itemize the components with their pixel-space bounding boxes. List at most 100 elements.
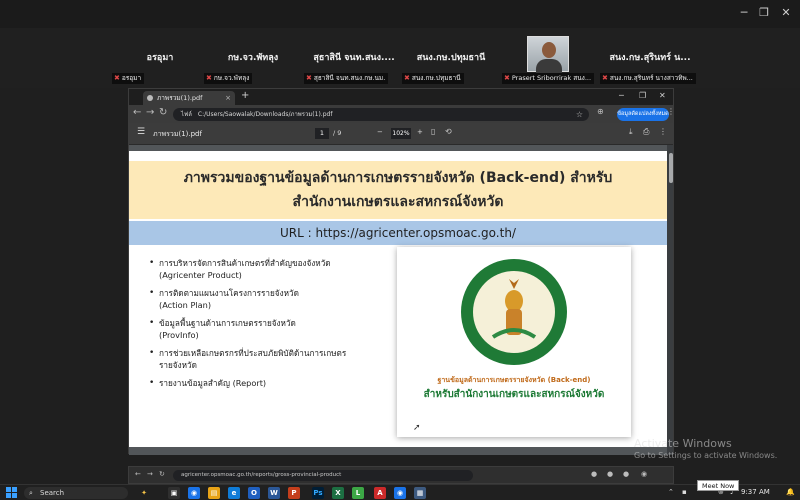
bullet-subtext: (ProvInfo) [159,330,199,340]
slide-url: URL : https://agricenter.opsmoac.go.th/ [129,221,667,245]
participant-video [527,36,569,73]
page-total: / 9 [333,129,342,137]
zoom-in-button[interactable]: + [417,128,423,136]
powerpoint-app-icon[interactable]: P [288,487,300,499]
participant-label-text: Prasert Sriborrirak สนง... [511,74,592,82]
file-explorer-icon[interactable]: ▤ [208,487,220,499]
tab-close-button[interactable]: × [225,91,231,105]
browser-close-button[interactable]: ✕ [659,91,666,100]
pdf-page: ภาพรวมของฐานข้อมูลด้านการเกษตรรายจังหวัด… [129,151,667,447]
meeting-restore-button[interactable]: ❐ [756,6,772,19]
zoom-level-input[interactable]: 102% [391,128,411,139]
pdf-viewer[interactable]: ภาพรวมของฐานข้อมูลด้านการเกษตรรายจังหวัด… [129,145,673,455]
slide-title-line-1: ภาพรวมของฐานข้อมูลด้านการเกษตรรายจังหวัด… [183,170,613,186]
page-number-input[interactable]: 1 [315,128,329,139]
browser-minimize-button[interactable]: ─ [619,91,624,100]
face-shape [542,42,556,58]
list-item: การช่วยเหลือเกษตรกรที่ประสบภัยพิบัติด้าน… [149,347,389,371]
second-browser-window[interactable]: ← → ↻ agricenter.opsmoac.go.th/reports/g… [128,466,674,484]
participant-tile[interactable]: สุธาสินี จนท.สนง.... ✖ สุธาสินี จนท.สนง.ก… [304,28,404,88]
zoom-out-button[interactable]: − [377,128,383,136]
forward-icon[interactable]: → [147,470,153,478]
word-app-icon[interactable]: W [268,487,280,499]
list-item: การติดตามแผนงานโครงการรายจังหวัด (Action… [149,287,389,311]
print-button[interactable]: ⎙ [643,127,649,137]
tab-pdf[interactable]: ภาพรวม(1).pdf × [143,91,235,105]
download-button[interactable]: ⤓ [629,127,633,137]
participant-label-text: สนง.กษ.สุรินทร์ นางสาวทิพ... [609,74,693,82]
pdf-file-name: ภาพรวม(1).pdf [153,130,202,138]
extension-icon[interactable]: ● [591,470,597,478]
meeting-minimize-button[interactable]: ─ [736,6,752,19]
second-address-bar[interactable]: agricenter.opsmoac.go.th/reports/gross-p… [173,470,473,481]
browser-menu-button[interactable]: ⋮ [667,107,675,116]
reload-icon[interactable]: ↻ [159,470,165,478]
extensions-icon[interactable]: ⊕ [597,107,604,116]
acrobat-app-icon[interactable]: A [374,487,386,499]
fit-page-icon[interactable]: ▯ [431,127,435,136]
participant-name: อรอุมา [146,53,174,63]
search-icon: ⌕ [29,489,33,497]
back-button[interactable]: ← [133,107,141,118]
chrome-app-icon[interactable]: ◉ [188,487,200,499]
outlook-app-icon[interactable]: O [248,487,260,499]
profile-button[interactable]: ข้อมูลดัดแปลงทั้งหมด [617,108,669,121]
profile-icon[interactable]: ◉ [641,470,647,478]
new-tab-button[interactable]: + [241,90,249,101]
bullet-subtext: (Action Plan) [159,300,212,310]
participant-name: สนง.กษ.สุรินทร์ น... [609,53,691,63]
site-info-label[interactable]: ไฟล์ [181,111,192,118]
participant-label-text: สุธาสินี จนท.สนง.กษ.นม. [313,74,386,82]
address-bar[interactable]: ไฟล์ C:/Users/Saowalak/Downloads/ภาพรวม(… [173,108,589,121]
body-shape [536,59,562,73]
globe-icon [147,95,153,101]
edge-app-icon[interactable]: e [228,487,240,499]
browser-restore-button[interactable]: ❐ [639,91,646,100]
meeting-app-icon[interactable]: ▦ [414,487,426,499]
line-app-icon[interactable]: L [352,487,364,499]
bullet-subtext: รายจังหวัด [159,360,197,370]
participant-label: ✖ สุธาสินี จนท.สนง.กษ.นม. [304,73,389,84]
scrollbar-thumb[interactable] [669,153,673,183]
bookmark-star-icon[interactable]: ☆ [576,108,583,121]
mic-muted-icon: ✖ [504,74,510,82]
pdf-more-button[interactable]: ⋮ [659,127,667,136]
reload-button[interactable]: ↻ [159,107,167,118]
card-subtitle: ฐานข้อมูลด้านการเกษตรรายจังหวัด (Back-en… [437,376,591,384]
address-row: ← → ↻ ไฟล์ C:/Users/Saowalak/Downloads/ภ… [129,105,675,123]
tray-app-icon[interactable]: ▪ [682,488,687,496]
taskbar-search[interactable]: ⌕ Search [24,487,128,499]
rotate-icon[interactable]: ⟲ [445,127,452,136]
excel-app-icon[interactable]: X [332,487,344,499]
mic-muted-icon: ✖ [404,74,410,82]
slide-title-line-2: สำนักงานเกษตรและสหกรณ์จังหวัด [292,194,504,210]
tray-chevron-icon[interactable]: ⌃ [668,488,674,496]
participant-tile[interactable]: กษ.จว.พัทลุง ✖ กษ.จว.พัทลุง [204,28,302,88]
list-item: การบริหารจัดการสินค้าเกษตรที่สำคัญของจัง… [149,257,389,281]
back-icon[interactable]: ← [135,470,141,478]
participant-name: สุธาสินี จนท.สนง.... [313,53,395,63]
participant-gallery: อรอุมา ✖ อรอุมา กษ.จว.พัทลุง ✖ กษ.จว.พัทลุ… [0,28,800,88]
bullet-text: รายงานข้อมูลสำคัญ (Report) [159,378,267,388]
list-item: ข้อมูลพื้นฐานด้านการเกษตรรายจังหวัด (Pro… [149,317,389,341]
hamburger-menu-icon[interactable]: ☰ [137,127,145,137]
task-view-icon[interactable]: ▣ [168,487,180,499]
participant-tile[interactable]: สนง.กษ.ปทุมธานี ✖ สนง.กษ.ปทุมธานี [402,28,500,88]
meeting-title-bar: ─ ❐ ✕ [0,0,800,28]
photoshop-app-icon[interactable]: Ps [312,487,324,499]
tab-title: ภาพรวม(1).pdf [157,94,203,102]
participant-tile[interactable]: สนง.กษ.สุรินทร์ น... ✖ สนง.กษ.สุรินทร์ นา… [600,28,700,88]
clock[interactable]: 9:37 AM [741,488,770,496]
notification-bell-icon[interactable]: 🔔 [786,488,795,496]
chrome-app-icon-2[interactable]: ◉ [394,487,406,499]
extension-icon[interactable]: ● [607,470,613,478]
extension-icon[interactable]: ● [623,470,629,478]
taskbar: ⌕ Search ✦ ▣ ◉ ▤ e O W P Ps X L A ◉ ▦ ⌃ … [0,484,800,500]
vertical-scrollbar[interactable] [667,145,673,455]
bullet-text: ข้อมูลพื้นฐานด้านการเกษตรรายจังหวัด [159,318,296,328]
forward-button[interactable]: → [146,107,154,118]
widget-sparkle-icon[interactable]: ✦ [138,487,150,499]
windows-start-icon[interactable] [6,487,17,498]
participant-tile[interactable]: อรอุมา ✖ อรอุมา [112,28,208,88]
meeting-close-button[interactable]: ✕ [778,6,794,19]
